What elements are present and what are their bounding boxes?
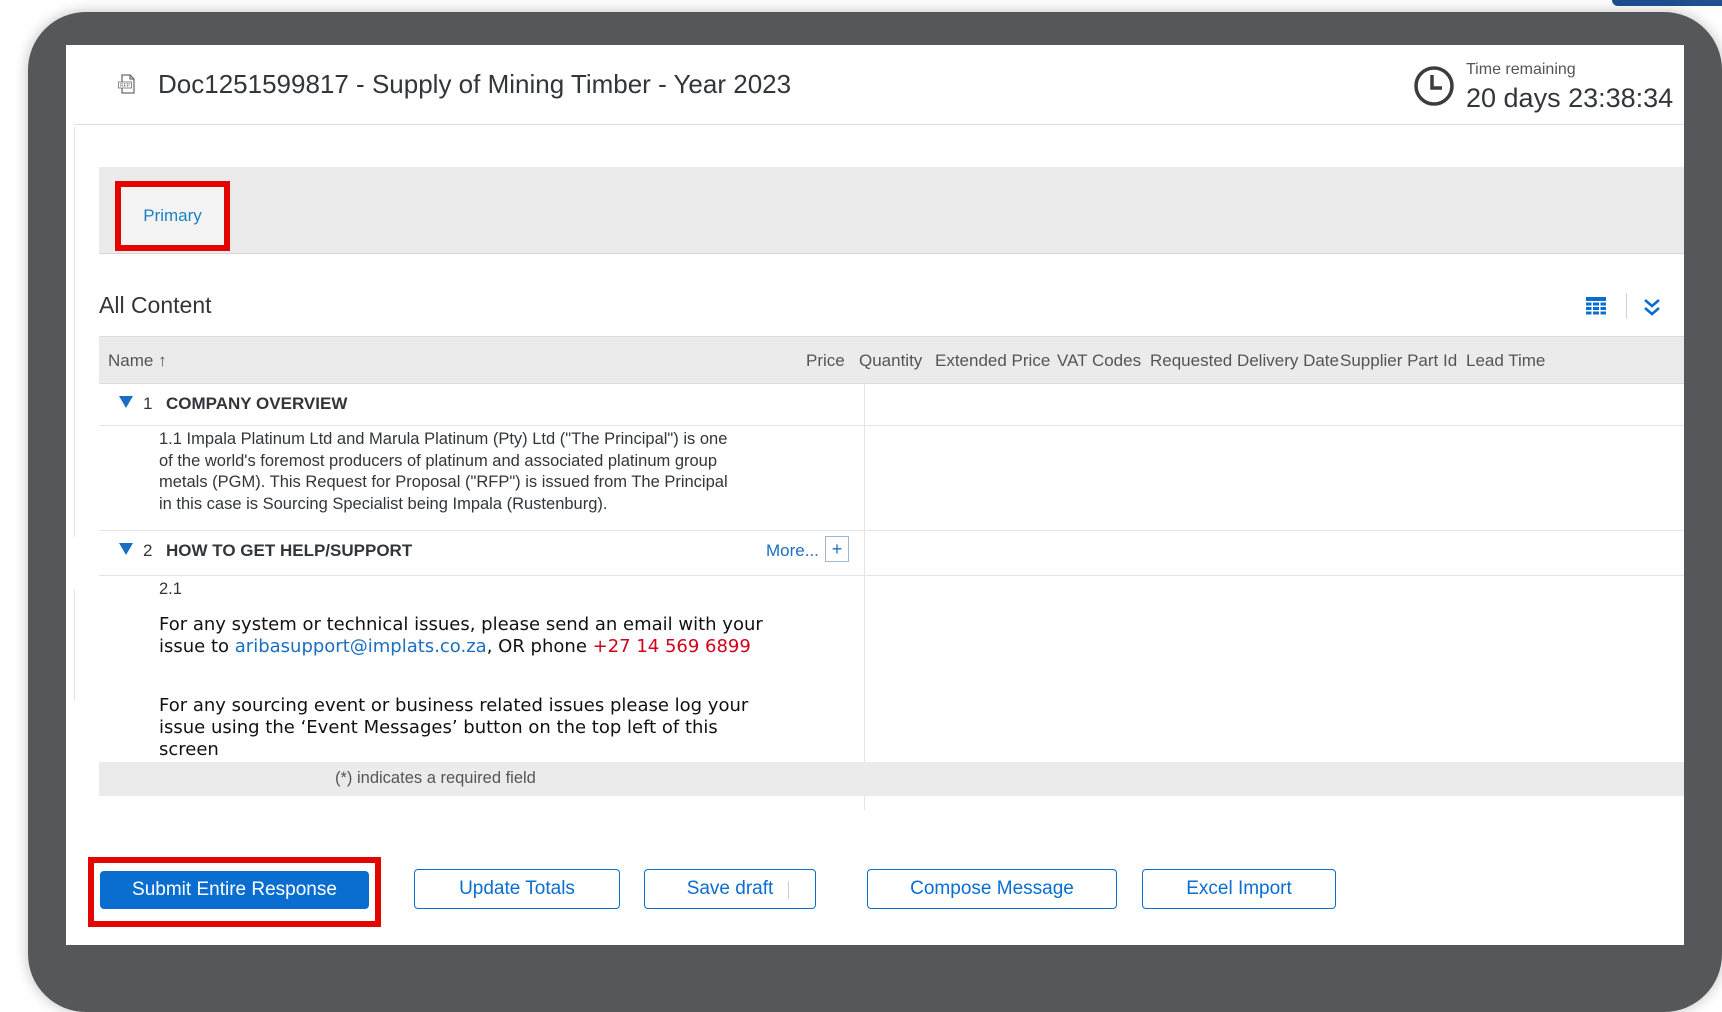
tab-bar [99,167,1684,254]
toolbar-separator [1626,293,1627,319]
more-link[interactable]: More... [766,541,819,561]
collapse-triangle-icon[interactable] [119,396,133,408]
column-name[interactable]: Name ↑ [108,351,167,371]
compose-message-button[interactable]: Compose Message [867,869,1117,909]
section-number: 1 [143,394,153,413]
support-paragraph-2: For any sourcing event or business relat… [159,695,749,760]
column-lead-time[interactable]: Lead Time [1466,351,1545,371]
content-title: All Content [99,292,212,318]
expand-all-icon[interactable] [1643,297,1661,317]
item-1-1-text: 1.1 Impala Platinum Ltd and Marula Plati… [159,430,728,513]
support-phone: +27 14 569 6899 [592,636,751,657]
column-quantity[interactable]: Quantity [859,351,922,371]
column-supplier-part-id[interactable]: Supplier Part Id [1340,351,1457,371]
add-button[interactable]: + [825,536,849,562]
section-title: COMPANY OVERVIEW [166,394,348,413]
column-vat-codes[interactable]: VAT Codes [1057,351,1141,371]
section-row-help-support[interactable]: 2 HOW TO GET HELP/SUPPORT [99,531,864,571]
required-field-note-bar: (*) indicates a required field [99,762,1684,796]
support-text-middle: , OR phone [486,636,593,657]
rfp-document-icon: RFP [118,74,135,94]
collapse-triangle-icon[interactable] [119,543,133,555]
corner-accent [1612,0,1722,6]
save-draft-button[interactable]: Save draft [644,869,816,909]
submit-entire-response-button[interactable]: Submit Entire Response [100,871,369,909]
excel-import-button[interactable]: Excel Import [1142,869,1336,909]
time-remaining-label: Time remaining [1466,61,1576,78]
tab-primary[interactable]: Primary [115,181,230,251]
left-border-lower [74,590,75,700]
support-email-link[interactable]: aribasupport@implats.co.za [235,636,487,657]
app-screen: RFP Doc1251599817 - Supply of Mining Tim… [66,45,1684,945]
section-number: 2 [143,541,153,560]
column-price[interactable]: Price [806,351,845,371]
row-divider [99,575,1684,576]
table-view-icon[interactable] [1586,297,1606,315]
section-title: HOW TO GET HELP/SUPPORT [166,541,413,560]
page-title: Doc1251599817 - Supply of Mining Timber … [158,69,792,99]
time-remaining-value: 20 days 23:38:34 [1466,83,1674,113]
support-paragraph-1: For any system or technical issues, plea… [159,614,779,658]
update-totals-button[interactable]: Update Totals [414,869,620,909]
button-separator [788,881,789,899]
required-field-note: (*) indicates a required field [335,769,536,787]
row-divider [99,425,1684,426]
column-requested-delivery-date[interactable]: Requested Delivery Date [1150,351,1339,371]
section-row-company-overview[interactable]: 1 COMPANY OVERVIEW [99,384,864,424]
left-border [74,127,75,537]
svg-text:RFP: RFP [120,83,131,89]
column-extended-price[interactable]: Extended Price [935,351,1050,371]
item-2-1-number: 2.1 [159,580,182,598]
table-header: Name ↑ Price Quantity Extended Price VAT… [99,336,1684,384]
clock-icon [1414,66,1454,106]
header-divider [74,124,1684,125]
column-divider [864,382,865,810]
